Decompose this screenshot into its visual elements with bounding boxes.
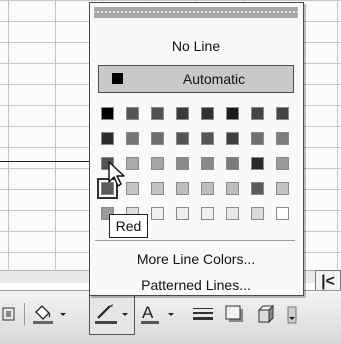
drawing-toolbar: A [0, 290, 341, 344]
no-line-option[interactable]: No Line [94, 25, 298, 67]
color-swatch[interactable] [276, 157, 289, 170]
color-swatch[interactable] [226, 207, 239, 220]
font-color-button[interactable]: A [138, 301, 182, 327]
color-swatch[interactable] [176, 182, 189, 195]
color-swatch[interactable] [251, 182, 264, 195]
more-line-colors-option[interactable]: More Line Colors... [95, 248, 297, 270]
font-color-icon: A [141, 303, 174, 324]
color-swatch[interactable] [276, 132, 289, 145]
color-swatch[interactable] [201, 207, 214, 220]
color-tooltip: Red [109, 214, 148, 238]
color-swatch[interactable] [101, 132, 114, 145]
color-swatch[interactable] [251, 107, 264, 120]
color-swatch[interactable] [101, 107, 114, 120]
color-swatch[interactable] [251, 157, 264, 170]
color-swatch[interactable] [251, 207, 264, 220]
fill-color-button[interactable] [30, 301, 70, 327]
color-swatch-grid [97, 107, 297, 229]
automatic-color-swatch [112, 73, 123, 84]
color-swatch[interactable] [151, 132, 164, 145]
color-swatch[interactable] [201, 107, 214, 120]
color-swatch[interactable] [201, 157, 214, 170]
line-color-icon [95, 304, 128, 324]
menu-drag-handle[interactable] [94, 7, 298, 18]
color-swatch[interactable] [276, 182, 289, 195]
color-swatch[interactable] [276, 207, 289, 220]
automatic-color-option[interactable]: Automatic [98, 65, 294, 93]
line-color-button[interactable] [89, 295, 135, 335]
color-swatch[interactable] [151, 107, 164, 120]
color-swatch[interactable] [251, 132, 264, 145]
mouse-pointer-icon [108, 161, 125, 187]
shadow-style-icon[interactable] [222, 301, 248, 327]
color-swatch[interactable] [176, 132, 189, 145]
color-swatch[interactable] [276, 107, 289, 120]
automatic-label: Automatic [182, 71, 246, 87]
drawn-line-shape[interactable] [0, 161, 97, 162]
toolbar-options-icon[interactable] [285, 301, 299, 327]
color-swatch[interactable] [126, 107, 139, 120]
color-swatch[interactable] [151, 207, 164, 220]
svg-text:A: A [142, 303, 154, 322]
color-swatch[interactable] [201, 132, 214, 145]
line-color-menu: No Line Automatic Red More Line Colors..… [89, 2, 304, 296]
fill-color-icon [33, 305, 66, 324]
color-swatch[interactable] [226, 132, 239, 145]
toolbar-separator [24, 303, 25, 325]
line-style-icon[interactable] [190, 301, 216, 327]
menu-divider [95, 240, 295, 241]
color-swatch[interactable] [226, 182, 239, 195]
color-swatch[interactable] [226, 107, 239, 120]
color-swatch[interactable] [176, 157, 189, 170]
color-swatch[interactable] [176, 107, 189, 120]
color-swatch[interactable] [126, 132, 139, 145]
color-swatch[interactable] [151, 157, 164, 170]
color-swatch[interactable] [151, 182, 164, 195]
color-swatch[interactable] [176, 207, 189, 220]
3d-style-icon[interactable] [254, 301, 280, 327]
color-swatch[interactable] [201, 182, 214, 195]
3d-shadow-icon[interactable] [0, 301, 18, 327]
color-swatch[interactable] [226, 157, 239, 170]
patterned-lines-option[interactable]: Patterned Lines... [95, 274, 297, 296]
